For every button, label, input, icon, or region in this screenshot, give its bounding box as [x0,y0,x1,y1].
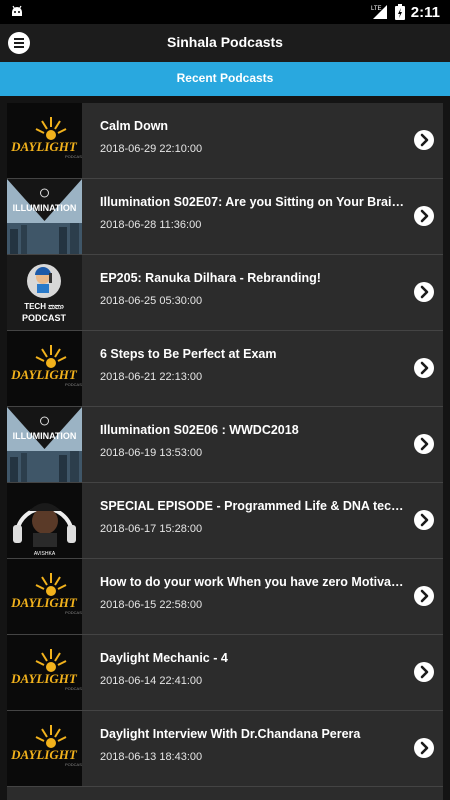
podcast-thumbnail: TECH කතා PODCAST [7,255,82,330]
chevron-right-icon[interactable] [414,510,434,530]
podcast-list-item[interactable]: DAYLIGHT PODCAST Daylight Interview With… [7,711,443,787]
podcast-title: Daylight Mechanic - 4 [100,651,228,665]
svg-text:ILLUMINATION: ILLUMINATION [13,431,77,441]
podcast-date: 2018-06-13 18:43:00 [100,751,203,763]
podcast-list-item[interactable]: DAYLIGHT PODCAST How to do your work Whe… [7,559,443,635]
podcast-thumbnail: DAYLIGHT PODCAST [7,711,82,786]
podcast-list-item[interactable]: DAYLIGHT PODCAST Calm Down 2018-06-29 22:… [7,103,443,179]
podcast-thumbnail: AVISHKA [7,483,82,558]
chevron-right-icon[interactable] [414,662,434,682]
podcast-date: 2018-06-19 13:53:00 [100,447,203,459]
daylight-thumbnail: DAYLIGHT PODCAST [7,635,82,710]
podcast-title: Illumination S02E06 : WWDC2018 [100,423,299,437]
illumination-thumbnail: ILLUMINATION [7,407,82,482]
podcast-date: 2018-06-17 15:28:00 [100,523,203,535]
svg-text:DAYLIGHT: DAYLIGHT [10,139,78,154]
podcast-title: SPECIAL EPISODE - Programmed Life & DNA … [100,499,405,513]
svg-text:DAYLIGHT: DAYLIGHT [10,671,78,686]
battery-icon [394,4,405,20]
signal-icon: LTE [371,5,387,19]
svg-text:TECH කතා: TECH කතා [24,302,64,311]
podcast-date: 2018-06-15 22:58:00 [100,599,203,611]
podcast-list-item[interactable]: TECH කතා PODCAST EP205: Ranuka Dilhara -… [7,255,443,331]
chevron-right-icon[interactable] [414,282,434,302]
chevron-right-icon[interactable] [414,738,434,758]
podcast-date: 2018-06-25 05:30:00 [100,295,203,307]
svg-text:PODCAST: PODCAST [65,762,82,767]
podcast-list[interactable]: DAYLIGHT PODCAST Calm Down 2018-06-29 22:… [7,103,443,800]
chevron-right-icon[interactable] [414,586,434,606]
daylight-thumbnail: DAYLIGHT PODCAST [7,559,82,634]
podcast-date: 2018-06-21 22:13:00 [100,371,203,383]
status-bar: LTE 2:11 [0,0,450,24]
podcast-list-item[interactable]: DAYLIGHT PODCAST 6 Steps to Be Perfect a… [7,331,443,407]
podcast-title: Illumination S02E07: Are you Sitting on … [100,195,405,209]
podcast-title: EP205: Ranuka Dilhara - Rebranding! [100,271,321,285]
podcast-thumbnail: DAYLIGHT PODCAST [7,559,82,634]
podcast-title: How to do your work When you have zero M… [100,575,405,589]
podcast-thumbnail: DAYLIGHT PODCAST [7,331,82,406]
podcast-date: 2018-06-14 22:41:00 [100,675,203,687]
svg-text:PODCAST: PODCAST [65,382,82,387]
podcast-thumbnail: ILLUMINATION [7,407,82,482]
chevron-right-icon[interactable] [414,434,434,454]
svg-text:DAYLIGHT: DAYLIGHT [10,747,78,762]
section-header: Recent Podcasts [0,62,450,96]
special-episode-thumbnail: AVISHKA [7,483,82,558]
illumination-thumbnail: ILLUMINATION [7,179,82,254]
podcast-thumbnail: ILLUMINATION [7,179,82,254]
svg-text:ILLUMINATION: ILLUMINATION [13,203,77,213]
svg-text:PODCAST: PODCAST [22,313,67,323]
podcast-title: 6 Steps to Be Perfect at Exam [100,347,277,361]
svg-text:DAYLIGHT: DAYLIGHT [10,367,78,382]
podcast-title: Calm Down [100,119,169,133]
app-title: Sinhala Podcasts [167,34,283,50]
chevron-right-icon[interactable] [414,130,434,150]
podcast-list-item[interactable]: AVISHKA SPECIAL EPISODE - Programmed Lif… [7,483,443,559]
app-bar: Sinhala Podcasts [0,24,450,62]
svg-text:PODCAST: PODCAST [65,686,82,691]
podcast-thumbnail: DAYLIGHT PODCAST [7,103,82,178]
techkatha-thumbnail: TECH කතා PODCAST [7,255,82,330]
podcast-thumbnail: DAYLIGHT PODCAST [7,635,82,710]
status-time: 2:11 [410,3,440,21]
chevron-right-icon[interactable] [414,358,434,378]
svg-text:LTE: LTE [371,6,382,12]
podcast-date: 2018-06-28 11:36:00 [100,219,202,231]
podcast-list-item[interactable]: DAYLIGHT PODCAST Daylight Mechanic - 4 20… [7,635,443,711]
podcast-list-item[interactable]: ILLUMINATION Illumination S02E07: Are yo… [7,179,443,255]
podcast-date: 2018-06-29 22:10:00 [100,143,203,155]
android-notification-icon [12,5,22,16]
svg-text:PODCAST: PODCAST [65,154,82,159]
daylight-thumbnail: DAYLIGHT PODCAST [7,711,82,786]
daylight-thumbnail: DAYLIGHT PODCAST [7,103,82,178]
podcast-title: Daylight Interview With Dr.Chandana Pere… [100,727,361,741]
podcast-list-item[interactable]: ILLUMINATION Illumination S02E06 : WWDC2… [7,407,443,483]
daylight-thumbnail: DAYLIGHT PODCAST [7,331,82,406]
svg-text:DAYLIGHT: DAYLIGHT [10,595,78,610]
svg-text:PODCAST: PODCAST [65,610,82,615]
svg-text:AVISHKA: AVISHKA [34,551,56,557]
chevron-right-icon[interactable] [414,206,434,226]
